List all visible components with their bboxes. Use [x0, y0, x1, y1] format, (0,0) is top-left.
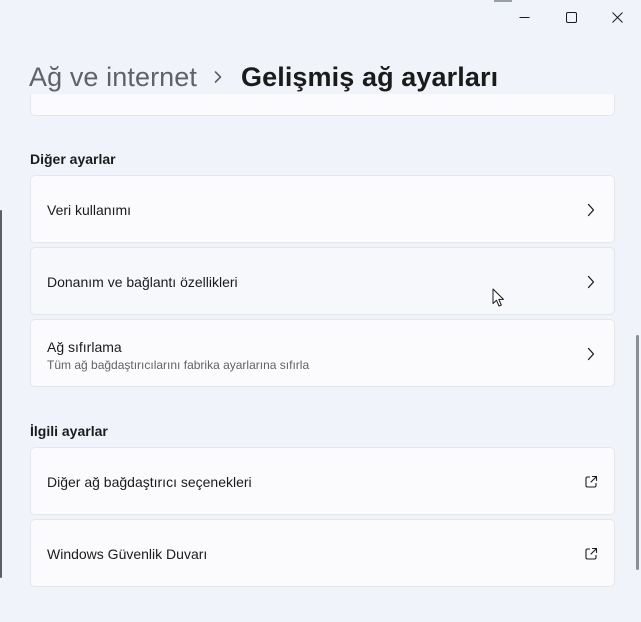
chevron-right-icon — [584, 203, 598, 217]
chevron-right-icon — [213, 70, 223, 84]
settings-item-hardware-properties[interactable]: Donanım ve bağlantı özellikleri — [30, 247, 615, 315]
settings-item-windows-firewall[interactable]: Windows Güvenlik Duvarı — [30, 519, 615, 587]
settings-item-label: Donanım ve bağlantı özellikleri — [47, 274, 238, 290]
external-link-icon — [584, 547, 598, 561]
settings-item-network-reset[interactable]: Ağ sıfırlama Tüm ağ bağdaştırıcılarını f… — [30, 319, 615, 387]
settings-item-label: Ağ sıfırlama — [47, 339, 122, 355]
settings-item-data-usage[interactable]: Veri kullanımı — [30, 175, 615, 243]
page-title: Gelişmiş ağ ayarları — [241, 61, 499, 92]
external-link-icon — [584, 475, 598, 489]
settings-window: Ağ ve internet Gelişmiş ağ ayarları Diğe… — [0, 0, 641, 622]
settings-item-label: Windows Güvenlik Duvarı — [47, 546, 208, 562]
breadcrumb-parent-link[interactable]: Ağ ve internet — [29, 62, 197, 93]
mouse-cursor-icon — [492, 288, 506, 308]
chevron-right-icon — [584, 347, 598, 361]
section-title-related-settings: İlgili ayarlar — [30, 423, 108, 439]
partial-card — [30, 94, 615, 116]
breadcrumb: Ağ ve internet Gelişmiş ağ ayarları — [29, 56, 498, 98]
settings-item-label: Diğer ağ bağdaştırıcı seçenekleri — [47, 474, 252, 490]
chevron-right-icon — [584, 275, 598, 289]
settings-item-description: Tüm ağ bağdaştırıcılarını fabrika ayarla… — [47, 358, 310, 372]
maximize-icon — [565, 11, 577, 23]
minimize-icon — [519, 12, 530, 23]
settings-item-label: Veri kullanımı — [47, 202, 132, 218]
close-icon — [611, 11, 623, 23]
section-title-other-settings: Diğer ayarlar — [30, 151, 116, 167]
minimize-button[interactable] — [501, 0, 547, 34]
left-edge-line — [0, 210, 2, 578]
close-button[interactable] — [594, 0, 640, 34]
maximize-button[interactable] — [548, 0, 594, 34]
settings-item-adapter-options[interactable]: Diğer ağ bağdaştırıcı seçenekleri — [30, 447, 615, 515]
vertical-scrollbar-thumb[interactable] — [636, 335, 639, 570]
